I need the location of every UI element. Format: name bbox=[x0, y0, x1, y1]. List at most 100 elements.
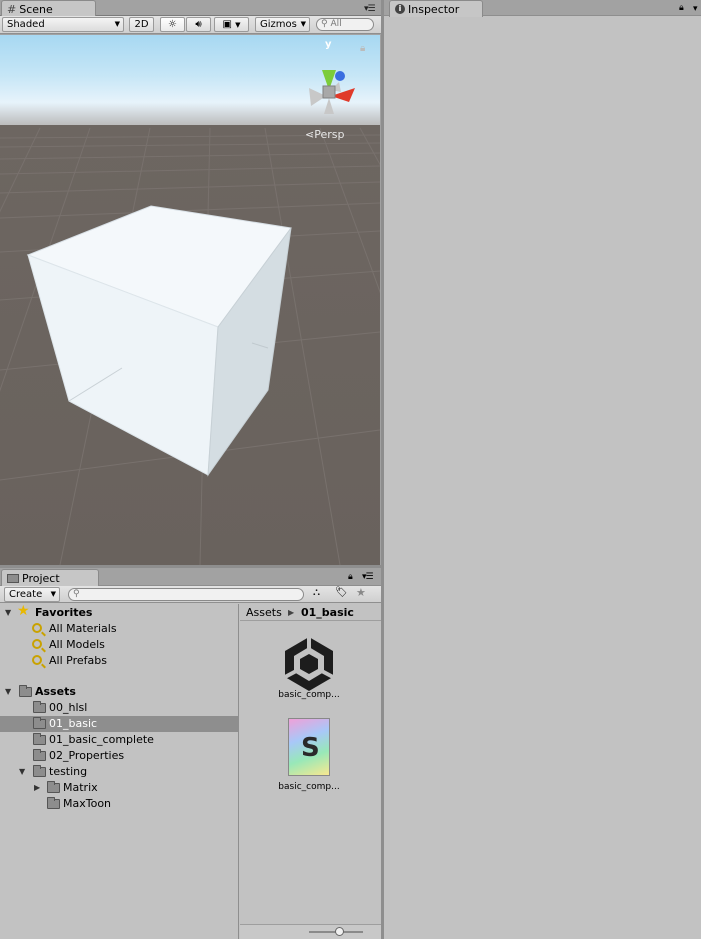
folder-icon bbox=[19, 685, 32, 697]
folder-icon bbox=[33, 765, 46, 777]
asset-item[interactable]: basic_comp... bbox=[264, 628, 354, 708]
gizmo-y-label: y bbox=[325, 39, 332, 50]
gizmos-dropdown[interactable]: Gizmos ▼ bbox=[255, 17, 310, 32]
project-panel: Project 🔒︎ ▾☰ Create ▼ ⚲ ⛬ 🏷︎ ★ ▼ ★ Favo… bbox=[0, 568, 381, 939]
tree-assets[interactable]: ▼ Assets bbox=[0, 684, 238, 700]
star-icon: ★ bbox=[17, 603, 30, 619]
image-icon: ▣ bbox=[222, 19, 232, 30]
scene-viewport[interactable]: y 🔒︎ ⋖Persp bbox=[0, 35, 380, 565]
asset-name: basic_comp... bbox=[278, 782, 340, 792]
zoom-slider-thumb[interactable] bbox=[334, 927, 344, 936]
tree-item-label: All Models bbox=[49, 638, 105, 651]
projection-label[interactable]: ⋖Persp bbox=[305, 128, 344, 141]
folder-icon bbox=[47, 781, 60, 793]
tab-project-label: Project bbox=[22, 571, 60, 585]
dropdown-arrow-icon: ▼ bbox=[235, 21, 241, 29]
shading-mode-value: Shaded bbox=[7, 19, 45, 30]
scene-toolbar: Shaded ▼ 2D ☼ 🔊︎ ▣ ▼ Gizmos ▼ ⚲ All bbox=[0, 16, 381, 34]
inspector-lock-icon[interactable]: 🔒︎ bbox=[679, 3, 684, 13]
lighting-toggle-button[interactable]: ☼ bbox=[160, 17, 185, 32]
tree-item-all-prefabs[interactable]: All Prefabs bbox=[0, 653, 238, 669]
tree-folder-02-properties[interactable]: 02_Properties bbox=[0, 748, 238, 764]
project-toolbar: Create ▼ ⚲ ⛬ 🏷︎ ★ bbox=[0, 586, 381, 603]
tab-project[interactable]: Project bbox=[1, 569, 99, 586]
cube-object bbox=[26, 205, 292, 477]
sun-icon: ☼ bbox=[168, 19, 177, 30]
project-search-input[interactable]: ⚲ bbox=[68, 588, 304, 601]
tree-item-all-materials[interactable]: All Materials bbox=[0, 621, 238, 637]
search-icon: ⚲ bbox=[321, 19, 328, 29]
tree-folder-01-basic-complete[interactable]: 01_basic_complete bbox=[0, 732, 238, 748]
tree-item-label: testing bbox=[49, 765, 88, 778]
expand-triangle-icon[interactable]: ▼ bbox=[5, 605, 11, 621]
dropdown-arrow-icon: ▼ bbox=[50, 590, 56, 598]
scene-render bbox=[0, 70, 380, 565]
tree-folder-01-basic[interactable]: 01_basic bbox=[0, 716, 238, 732]
favorite-star-icon[interactable]: ★ bbox=[356, 586, 366, 599]
audio-toggle-button[interactable]: 🔊︎ bbox=[186, 17, 211, 32]
info-icon: i bbox=[395, 4, 405, 14]
effects-dropdown[interactable]: ▣ ▼ bbox=[214, 17, 249, 32]
asset-name: basic_comp... bbox=[278, 690, 340, 700]
assets-pane: Assets ▶ 01_basic basic_comp... S basic_… bbox=[240, 604, 381, 939]
tree-folder-maxtoon[interactable]: MaxToon bbox=[0, 796, 238, 812]
dropdown-arrow-icon: ▼ bbox=[300, 20, 306, 28]
tree-item-all-models[interactable]: All Models bbox=[0, 637, 238, 653]
tree-item-label: 00_hlsl bbox=[49, 701, 88, 714]
breadcrumb: Assets ▶ 01_basic bbox=[240, 604, 381, 621]
project-menu-icon[interactable]: ▾☰ bbox=[362, 572, 374, 582]
collapse-triangle-icon[interactable]: ▶ bbox=[34, 780, 40, 796]
asset-item[interactable]: S basic_comp... bbox=[264, 718, 354, 798]
speaker-icon: 🔊︎ bbox=[195, 19, 202, 30]
orientation-gizmo bbox=[309, 70, 355, 114]
tab-inspector[interactable]: i Inspector bbox=[389, 0, 483, 17]
inspector-menu-icon[interactable]: ▾ bbox=[693, 4, 698, 14]
breadcrumb-current[interactable]: 01_basic bbox=[301, 604, 354, 621]
assets-footer bbox=[240, 924, 381, 939]
breadcrumb-separator-icon: ▶ bbox=[288, 608, 295, 617]
tree-item-label: 01_basic_complete bbox=[49, 733, 154, 746]
search-filter-icon bbox=[32, 623, 42, 633]
tree-item-label: 01_basic bbox=[49, 717, 98, 730]
shader-file-icon: S bbox=[288, 718, 330, 776]
tree-favorites[interactable]: ▼ ★ Favorites bbox=[0, 603, 238, 621]
tree-folder-00-hlsl[interactable]: 00_hlsl bbox=[0, 700, 238, 716]
breadcrumb-root[interactable]: Assets bbox=[246, 604, 282, 621]
gizmo-lock-icon[interactable]: 🔒︎ bbox=[360, 43, 365, 54]
2d-toggle-button[interactable]: 2D bbox=[129, 17, 154, 32]
folder-icon bbox=[47, 797, 60, 809]
assets-header: Assets bbox=[35, 685, 76, 698]
folder-icon bbox=[33, 749, 46, 761]
tab-inspector-label: Inspector bbox=[408, 2, 460, 16]
favorites-header: Favorites bbox=[35, 606, 93, 619]
create-dropdown[interactable]: Create ▼ bbox=[4, 587, 60, 602]
inspector-panel: i Inspector 🔒︎ ▾ bbox=[383, 0, 701, 939]
scene-search-placeholder: All bbox=[330, 19, 342, 29]
tab-scene-label: Scene bbox=[19, 2, 53, 16]
grid-icon: # bbox=[7, 2, 17, 16]
create-label: Create bbox=[9, 589, 43, 600]
folder-icon bbox=[33, 717, 46, 729]
filter-by-type-icon[interactable]: ⛬ bbox=[313, 587, 320, 598]
project-tree: ▼ ★ Favorites All Materials All Models A… bbox=[0, 603, 239, 939]
folder-icon bbox=[7, 573, 19, 583]
tree-folder-testing[interactable]: ▼ testing bbox=[0, 764, 238, 780]
scene-tabstrip: # Scene ▾☰ bbox=[0, 0, 381, 17]
tree-folder-matrix[interactable]: ▶ Matrix bbox=[0, 780, 238, 796]
expand-triangle-icon[interactable]: ▼ bbox=[5, 684, 11, 700]
tab-scene[interactable]: # Scene bbox=[1, 0, 96, 17]
scene-search-input[interactable]: ⚲ All bbox=[316, 18, 374, 31]
scene-panel: # Scene ▾☰ Shaded ▼ 2D ☼ 🔊︎ ▣ ▼ Gizmos ▼… bbox=[0, 0, 381, 565]
search-filter-icon bbox=[32, 639, 42, 649]
gizmos-label: Gizmos bbox=[260, 19, 297, 30]
tree-item-label: All Materials bbox=[49, 622, 117, 635]
filter-by-label-icon[interactable]: 🏷︎ bbox=[335, 587, 348, 598]
project-lock-icon[interactable]: 🔒︎ bbox=[348, 572, 353, 582]
search-icon: ⚲ bbox=[73, 589, 80, 599]
panel-menu-icon[interactable]: ▾☰ bbox=[364, 4, 376, 14]
folder-icon bbox=[33, 701, 46, 713]
shading-mode-dropdown[interactable]: Shaded ▼ bbox=[2, 17, 124, 32]
shader-s-glyph: S bbox=[301, 733, 320, 763]
expand-triangle-icon[interactable]: ▼ bbox=[19, 764, 25, 780]
folder-icon bbox=[33, 733, 46, 745]
